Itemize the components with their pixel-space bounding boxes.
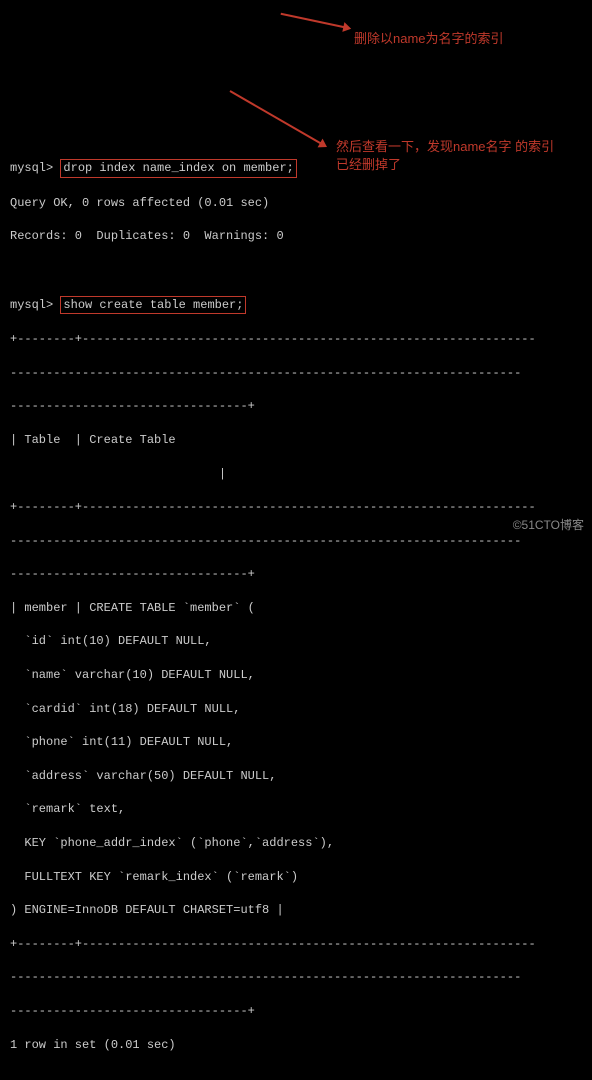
separator: +--------+------------------------------… [10,499,582,516]
sql-command-drop-index: drop index name_index on member; [60,159,296,178]
separator: ---------------------------------+ [10,566,582,583]
prompt-line-2[interactable]: mysql> show create table member; [10,296,582,315]
create-table-line: ) ENGINE=InnoDB DEFAULT CHARSET=utf8 | [10,902,582,919]
output-row-count: 1 row in set (0.01 sec) [10,1037,582,1054]
table-header: | Table | Create Table [10,432,582,449]
blank-line [10,1070,582,1080]
mysql-prompt: mysql> [10,161,53,175]
arrow-annotation-1 [281,13,350,30]
arrow-annotation-2 [230,90,326,147]
create-table-line: `address` varchar(50) DEFAULT NULL, [10,768,582,785]
create-table-line: FULLTEXT KEY `remark_index` (`remark`) [10,869,582,886]
separator: +--------+------------------------------… [10,936,582,953]
create-table-line: `remark` text, [10,801,582,818]
separator: ----------------------------------------… [10,969,582,986]
annotation-text-2: 然后查看一下，发现name名字 的索引已经删掉了 [336,138,566,174]
separator: ---------------------------------+ [10,1003,582,1020]
create-table-line: `id` int(10) DEFAULT NULL, [10,633,582,650]
create-table-line: `name` varchar(10) DEFAULT NULL, [10,667,582,684]
sql-command-show-create: show create table member; [60,296,246,315]
output-records: Records: 0 Duplicates: 0 Warnings: 0 [10,228,582,245]
create-table-line: | member | CREATE TABLE `member` ( [10,600,582,617]
separator: +--------+------------------------------… [10,331,582,348]
output-query-ok: Query OK, 0 rows affected (0.01 sec) [10,195,582,212]
create-table-line: `cardid` int(18) DEFAULT NULL, [10,701,582,718]
separator: ----------------------------------------… [10,365,582,382]
annotation-text-1: 删除以name为名字的索引 [354,30,584,48]
mysql-prompt: mysql> [10,298,53,312]
create-table-line: KEY `phone_addr_index` (`phone`,`address… [10,835,582,852]
watermark-text: ©51CTO博客 [513,517,584,534]
create-table-line: `phone` int(11) DEFAULT NULL, [10,734,582,751]
separator: ----------------------------------------… [10,533,582,550]
table-header-end: | [10,466,582,483]
separator: ---------------------------------+ [10,398,582,415]
blank-line [10,262,582,279]
